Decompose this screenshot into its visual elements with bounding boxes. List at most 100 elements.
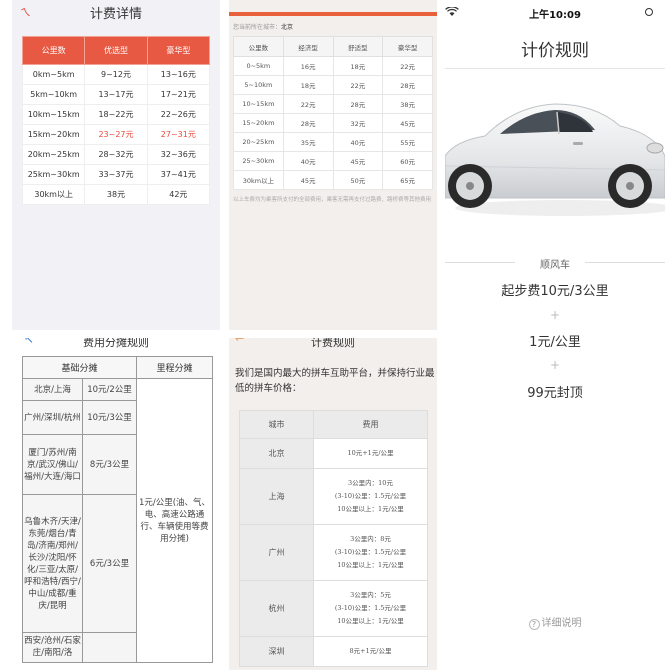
column-header: 基础分摊 (21, 356, 138, 379)
distance-cell: 0~5km (233, 56, 284, 76)
nav-header: ↖ ⌃ 费用分摊规则 (12, 338, 220, 356)
nav-header: ㄟ 计费详情 (12, 0, 220, 26)
city-cell: 厦门/苏州/南京/武汉/佛山/福州/大连/海口 (22, 434, 83, 495)
price-cell: 45元 (332, 151, 384, 171)
table-row: 30km以上 38元 42元 (21, 184, 211, 205)
city-cell: 北京 (239, 438, 314, 469)
price-cell: 13~16元 (146, 64, 211, 85)
current-city: 您当前所在城市：北京 (233, 22, 293, 31)
column-header: 经济型 (282, 36, 334, 57)
price-cell: 22~26元 (146, 104, 211, 125)
fare-cap: 99元封顶 (527, 386, 583, 401)
page-title: 计费详情 (89, 7, 142, 22)
price-cell: 32~36元 (146, 144, 211, 165)
column-header: 豪华型 (146, 36, 211, 65)
table-row: 5km~10km 13~17元 17~21元 (21, 84, 211, 105)
price-cell: 33~37元 (84, 164, 148, 185)
start-fee: 起步费10元/3公里 (501, 284, 609, 299)
city-cell: 北京/上海 (22, 378, 83, 401)
plus-sign: + (549, 308, 561, 322)
fee-cell: 3公里内：5元 (3-10)公里：1.5元/公里 10公里以上：1元/公里 (313, 580, 428, 637)
accent-bar (229, 12, 437, 16)
table-row: 0km~5km 9~12元 13~16元 (21, 64, 211, 85)
table-row: 25~30km 40元 45元 60元 (233, 151, 433, 171)
price-cell: 38元 (84, 184, 148, 205)
distance-cell: 30km以上 (21, 184, 86, 205)
city-cell: 西安/沧州/石家庄/南阳/洛 (22, 632, 83, 663)
panel-rideshare-pricing: 上午10:09 计价规则 顺风车 起步费10元/3公里 + 1元/公里 + 99… (445, 0, 665, 670)
per-km-fee: 1元/公里 (529, 335, 581, 350)
rate-cell: 8元/3公里 (81, 434, 138, 495)
fee-cell: 3公里内：10元 (3-10)公里：1.5元/公里 10公里以上：1元/公里 (313, 468, 428, 525)
table-row: 25km~30km 33~37元 37~41元 (21, 164, 211, 185)
distance-cell: 15~20km (233, 113, 284, 133)
rate-cell: 10元/3公里 (81, 400, 138, 435)
price-cell: 55元 (382, 132, 433, 152)
table-row: 5~10km 18元 22元 28元 (233, 75, 433, 95)
price-cell: 22元 (282, 94, 334, 114)
price-cell: 28元 (382, 75, 433, 95)
distance-cell: 20km~25km (21, 144, 86, 165)
price-cell: 28~32元 (84, 144, 148, 165)
cost-sharing-table: 基础分摊 里程分摊 北京/上海 10元/2公里 1元/公里(油、气、电、高速公路… (21, 356, 214, 663)
car-image (445, 103, 665, 216)
price-cell: 35元 (282, 132, 334, 152)
city-cell: 广州/深圳/杭州 (22, 400, 83, 435)
price-cell: 40元 (332, 132, 384, 152)
distance-cell: 5km~10km (21, 84, 86, 105)
panel-taxi-fares: 您当前所在城市：北京 公里数 经济型 舒适型 豪华型 0~5km 16元 18元 22… (229, 0, 437, 330)
fee-line: 8元+1元/公里 (349, 647, 392, 655)
divider (585, 262, 665, 263)
fee-cell: 3公里内：8元 (3-10)公里：1.5元/公里 10公里以上：1元/公里 (313, 524, 428, 581)
mileage-cell: 1元/公里(油、气、电、高速公路通行、车辆使用等费用分摊) (136, 378, 214, 663)
table-row: 杭州 3公里内：5元 (3-10)公里：1.5元/公里 10公里以上：1元/公里 (239, 580, 428, 637)
table-row: 广州 3公里内：8元 (3-10)公里：1.5元/公里 10公里以上：1元/公里 (239, 524, 428, 581)
table-header-row: 公里数 优选型 豪华型 (21, 36, 211, 65)
fee-line: (3-10)公里：1.5元/公里 (334, 548, 407, 556)
price-cell: 18元 (282, 75, 334, 95)
table-header-row: 城市 费用 (239, 410, 428, 439)
panel-pricing-rules: ← ⌃ 计费规则 我们是国内最大的拼车互助平台，并保持行业最低的拼车价格： 城市… (229, 338, 437, 670)
table-row: 15km~20km 23~27元 27~31元 (21, 124, 211, 145)
fee-line: 10公里以上：1元/公里 (337, 505, 404, 513)
pricing-table: 城市 费用 北京 10元+1元/公里 上海 3公里内：10元 (3-10)公里：1.5元… (239, 410, 428, 667)
details-link[interactable]: ? 详细说明 (445, 614, 665, 630)
divider (445, 68, 665, 69)
city-label: 您当前所在城市： (233, 24, 282, 31)
price-cell: 16元 (282, 56, 334, 76)
price-cell: 27~31元 (146, 124, 211, 145)
price-cell: 22元 (382, 56, 433, 76)
city-cell: 乌鲁木齐/天津/东莞/烟台/青岛/济南/郑州/长沙/沈阳/怀化/三亚/太原/呼和… (22, 494, 83, 633)
page-title: 费用分摊规则 (83, 338, 149, 349)
panel-fare-details: ㄟ 计费详情 公里数 优选型 豪华型 0km~5km 9~12元 13~16元 5km… (12, 0, 220, 330)
column-header: 里程分摊 (136, 356, 214, 379)
price-cell: 9~12元 (84, 64, 148, 85)
rate-cell: 10元/2公里 (81, 378, 138, 401)
price-cell: 60元 (382, 151, 433, 171)
table-row: 0~5km 16元 18元 22元 (233, 56, 433, 76)
column-header: 城市 (239, 410, 314, 439)
distance-cell: 25~30km (233, 151, 284, 171)
rate-cell: 6元/3公里 (81, 494, 138, 633)
help-icon: ? (528, 619, 540, 630)
distance-cell: 20~25km (233, 132, 284, 152)
table-row: 深圳 8元+1元/公里 (239, 636, 428, 667)
distance-cell: 0km~5km (21, 64, 86, 85)
column-header: 舒适型 (332, 36, 384, 57)
column-header: 优选型 (84, 36, 148, 65)
section-header: 顺风车 (445, 256, 665, 271)
table-header-row: 基础分摊 里程分摊 (21, 356, 214, 379)
price-cell: 42元 (146, 184, 211, 205)
fee-cell: 8元+1元/公里 (313, 636, 428, 667)
city-cell: 深圳 (239, 636, 314, 667)
price-cell: 23~27元 (84, 124, 148, 145)
page-title: 计价规则 (521, 41, 589, 61)
fee-line: (3-10)公里：1.5元/公里 (334, 604, 407, 612)
page-title: 计费规则 (311, 338, 355, 349)
city-value[interactable]: 北京 (281, 24, 293, 31)
fare-note: 以上车费均为乘客所支付的全部费用，乘客无需再支付过路费、路桥费等其他费用 (233, 197, 432, 203)
table-row: 北京/上海 10元/2公里 1元/公里(油、气、电、高速公路通行、车辆使用等费用… (22, 378, 214, 663)
rate-cell (81, 632, 138, 663)
table-row: 上海 3公里内：10元 (3-10)公里：1.5元/公里 10公里以上：1元/公里 (239, 468, 428, 525)
column-header: 费用 (313, 410, 428, 439)
